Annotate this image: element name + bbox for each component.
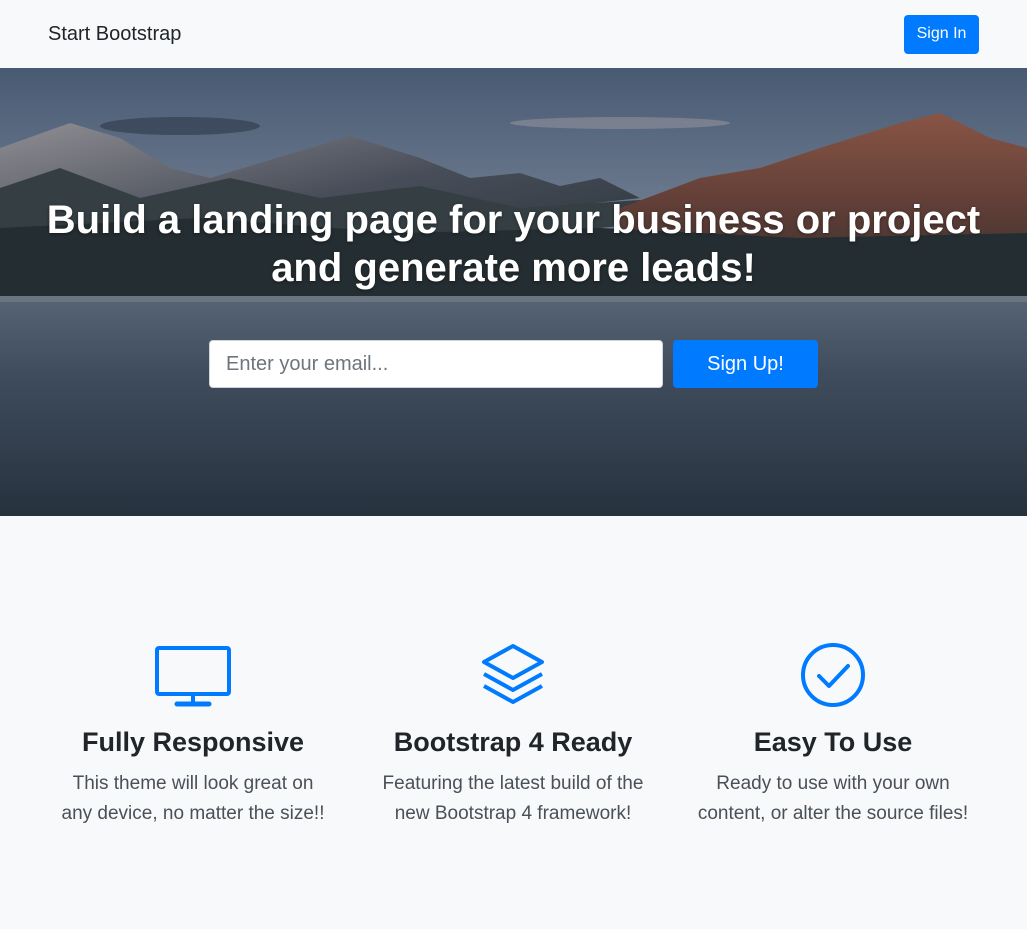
hero-section: Build a landing page for your business o… (0, 68, 1027, 516)
feature-item: Bootstrap 4 Ready Featuring the latest b… (353, 642, 673, 829)
layers-icon (353, 642, 673, 708)
feature-text: Ready to use with your own content, or a… (697, 773, 969, 824)
check-circle-icon (673, 642, 993, 708)
feature-title: Bootstrap 4 Ready (393, 727, 633, 757)
hero-content: Build a landing page for your business o… (0, 68, 1027, 516)
navbar: Start Bootstrap Sign In (0, 0, 1027, 68)
sign-up-button[interactable]: Sign Up! (673, 340, 818, 388)
feature-text: Featuring the latest build of the new Bo… (382, 773, 644, 824)
hero-title: Build a landing page for your business o… (46, 198, 981, 290)
brand-link[interactable]: Start Bootstrap (48, 23, 181, 46)
feature-item: Easy To Use Ready to use with your own c… (673, 642, 993, 829)
monitor-icon (33, 642, 353, 708)
features-section: Fully Responsive This theme will look gr… (0, 516, 1027, 929)
feature-title: Easy To Use (753, 727, 913, 757)
email-input[interactable] (209, 340, 663, 388)
feature-text: This theme will look great on any device… (61, 773, 325, 824)
feature-title: Fully Responsive (81, 727, 305, 757)
feature-item: Fully Responsive This theme will look gr… (33, 642, 353, 829)
sign-in-button[interactable]: Sign In (904, 14, 979, 54)
